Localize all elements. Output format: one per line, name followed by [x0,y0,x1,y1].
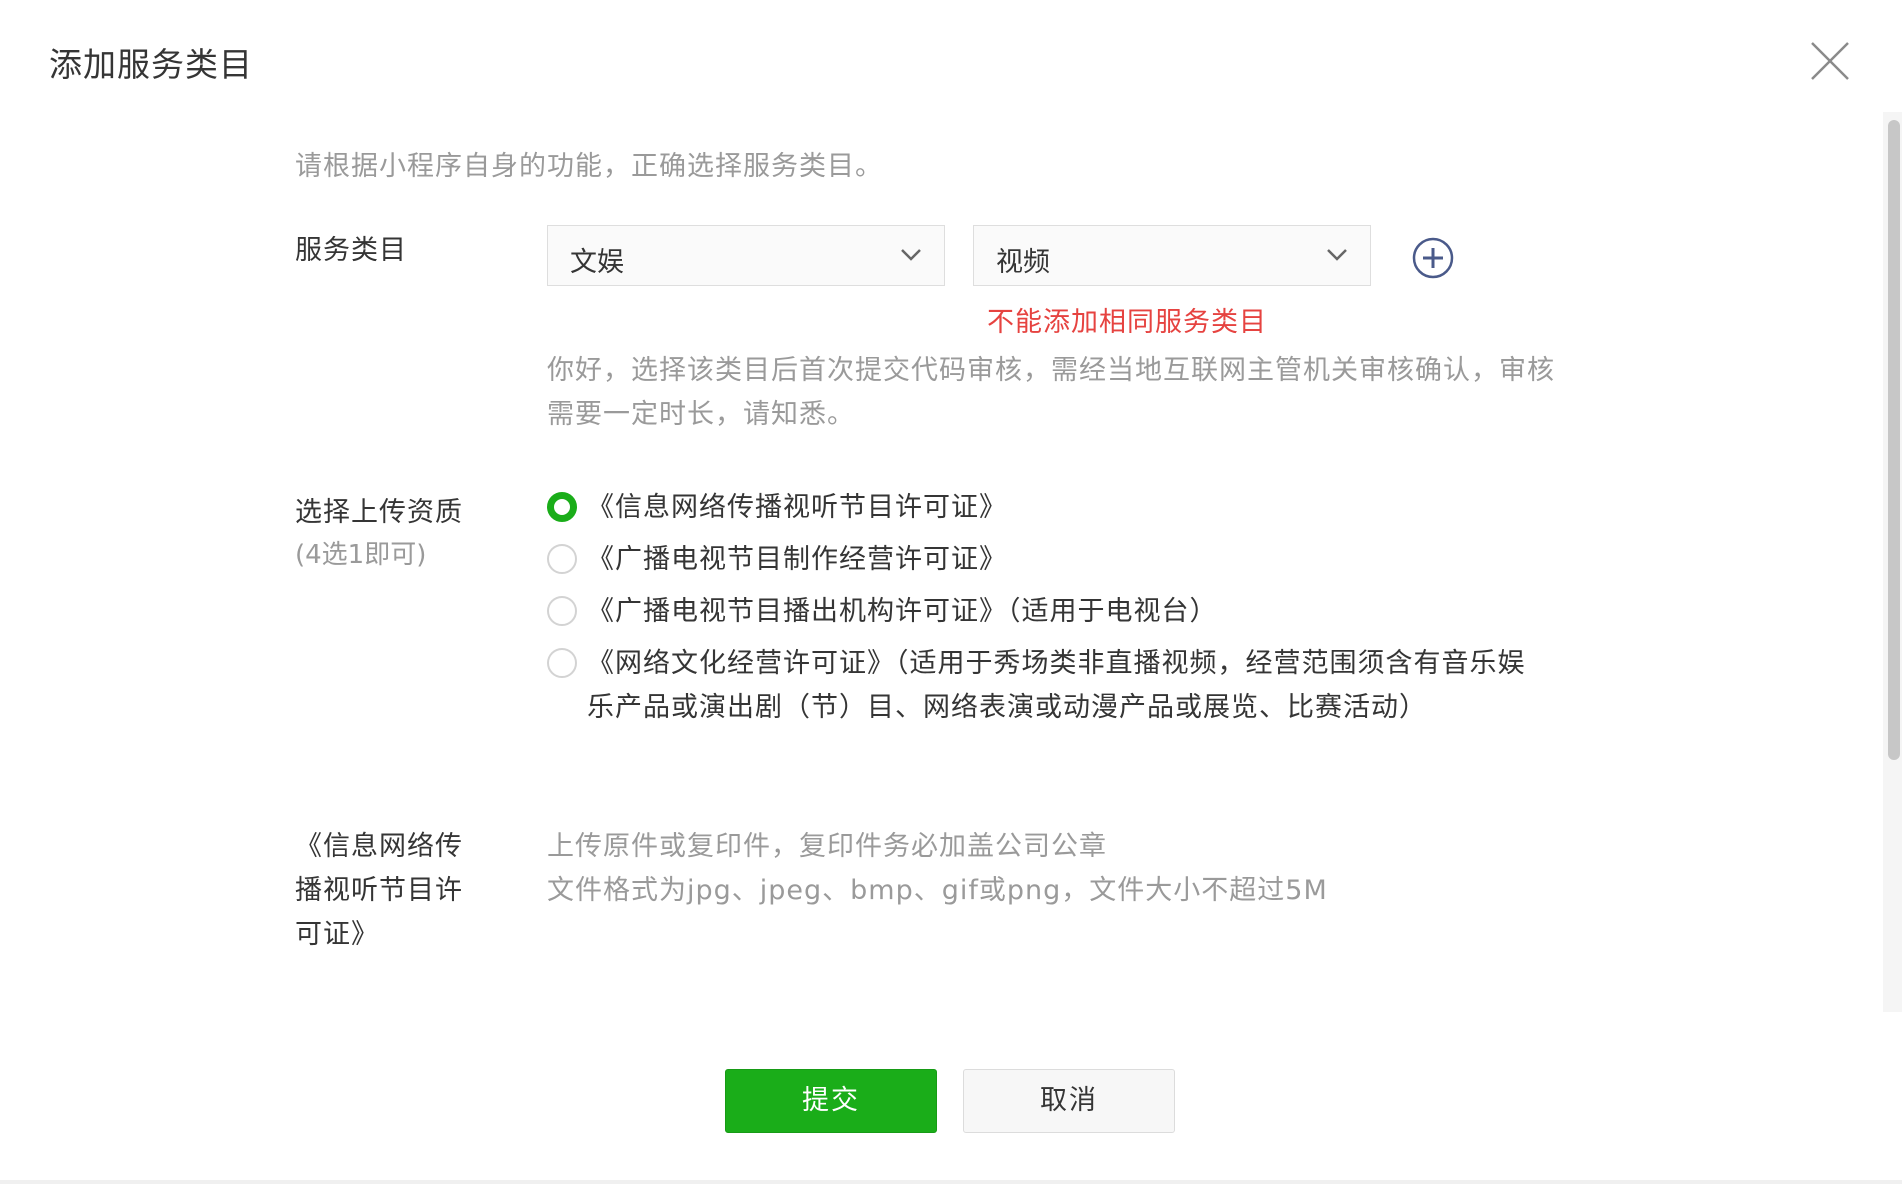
secondary-category-select[interactable]: 视频 [973,225,1371,286]
dialog-title: 添加服务类目 [49,45,253,84]
dialog-footer [0,1012,1902,1184]
radio-checked[interactable] [547,492,577,522]
close-button[interactable] [1808,39,1852,83]
qualification-option-label: 《网络文化经营许可证》（适用于秀场类非直播视频，经营范围须含有音乐娱乐产品或演出… [587,648,1526,723]
divider [0,1180,1902,1184]
add-category-button[interactable] [1412,237,1454,279]
qualification-sublabel: (4选1即可) [295,540,427,570]
qualification-option-label: 《广播电视节目制作经营许可证》 [587,544,1007,575]
qualification-option-label: 《广播电视节目播出机构许可证》（适用于电视台） [587,596,1218,627]
upload-license-label: 《信息网络传播视听节目许可证》 [295,831,463,950]
form-hint: 请根据小程序自身的功能，正确选择服务类目。 [295,151,883,182]
upload-section-clip: 《信息网络传播视听节目许可证》 上传原件或复印件，复印件务必加盖公司公章 文件格… [0,800,1883,1012]
radio-unchecked[interactable] [547,648,577,678]
category-description: 你好，选择该类目后首次提交代码审核，需经当地互联网主管机关审核确认，审核需要一定… [547,355,1555,430]
scrollbar-thumb[interactable] [1888,120,1900,760]
service-category-label: 服务类目 [295,235,407,266]
qualification-option[interactable]: 《信息网络传播视听节目许可证》 [547,486,1007,530]
upload-hint: 上传原件或复印件，复印件务必加盖公司公章 文件格式为jpg、jpeg、bmp、g… [547,825,1328,913]
qualification-label: 选择上传资质 [295,497,463,528]
radio-unchecked[interactable] [547,596,577,626]
add-service-category-dialog: 添加服务类目 请根据小程序自身的功能，正确选择服务类目。 服务类目 文娱 视频 … [0,0,1902,1184]
qualification-option-label: 《信息网络传播视听节目许可证》 [587,492,1007,523]
submit-button[interactable]: 提交 [725,1069,937,1133]
radio-unchecked[interactable] [547,544,577,574]
duplicate-category-error: 不能添加相同服务类目 [987,307,1267,338]
upload-hint-line: 上传原件或复印件，复印件务必加盖公司公章 [547,831,1107,862]
primary-category-select[interactable]: 文娱 [547,225,945,286]
secondary-category-value: 视频 [996,247,1050,278]
upload-hint-line: 文件格式为jpg、jpeg、bmp、gif或png，文件大小不超过5M [547,875,1328,906]
cancel-button[interactable]: 取消 [963,1069,1175,1133]
primary-category-value: 文娱 [570,247,624,278]
qualification-option[interactable]: 《广播电视节目制作经营许可证》 [547,538,1007,582]
chevron-down-icon [901,249,921,261]
plus-circle-icon [1412,237,1454,279]
qualification-option[interactable]: 《广播电视节目播出机构许可证》（适用于电视台） [547,590,1218,634]
qualification-option[interactable]: 《网络文化经营许可证》（适用于秀场类非直播视频，经营范围须含有音乐娱乐产品或演出… [547,642,1547,730]
close-icon [1811,42,1849,80]
chevron-down-icon [1327,249,1347,261]
